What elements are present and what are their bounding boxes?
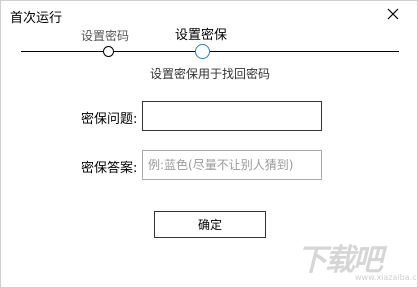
watermark-site: www.xiazaiba.com (355, 273, 418, 282)
step-label-set-password: 设置密码 (81, 29, 130, 43)
app-window: 首次运行 设置密码 设置密保 设置密保用于找回密码 密保问题: 密保答案: 确定… (0, 0, 418, 288)
step-label-set-security: 设置密保 (175, 28, 228, 43)
confirm-button[interactable]: 确定 (154, 211, 266, 238)
step-track-line (21, 51, 399, 52)
step-hint: 设置密保用于找回密码 (150, 67, 271, 81)
step-dot-set-password (103, 46, 114, 57)
security-answer-input[interactable] (142, 150, 322, 180)
security-question-label: 密保问题: (81, 112, 138, 127)
step-indicator: 设置密码 设置密保 (1, 1, 418, 71)
step-dot-set-security (195, 44, 210, 59)
watermark-logo: 下载吧 www.xiazaiba.com (297, 235, 418, 285)
security-answer-label: 密保答案: (81, 161, 138, 176)
security-question-input[interactable] (142, 101, 322, 131)
